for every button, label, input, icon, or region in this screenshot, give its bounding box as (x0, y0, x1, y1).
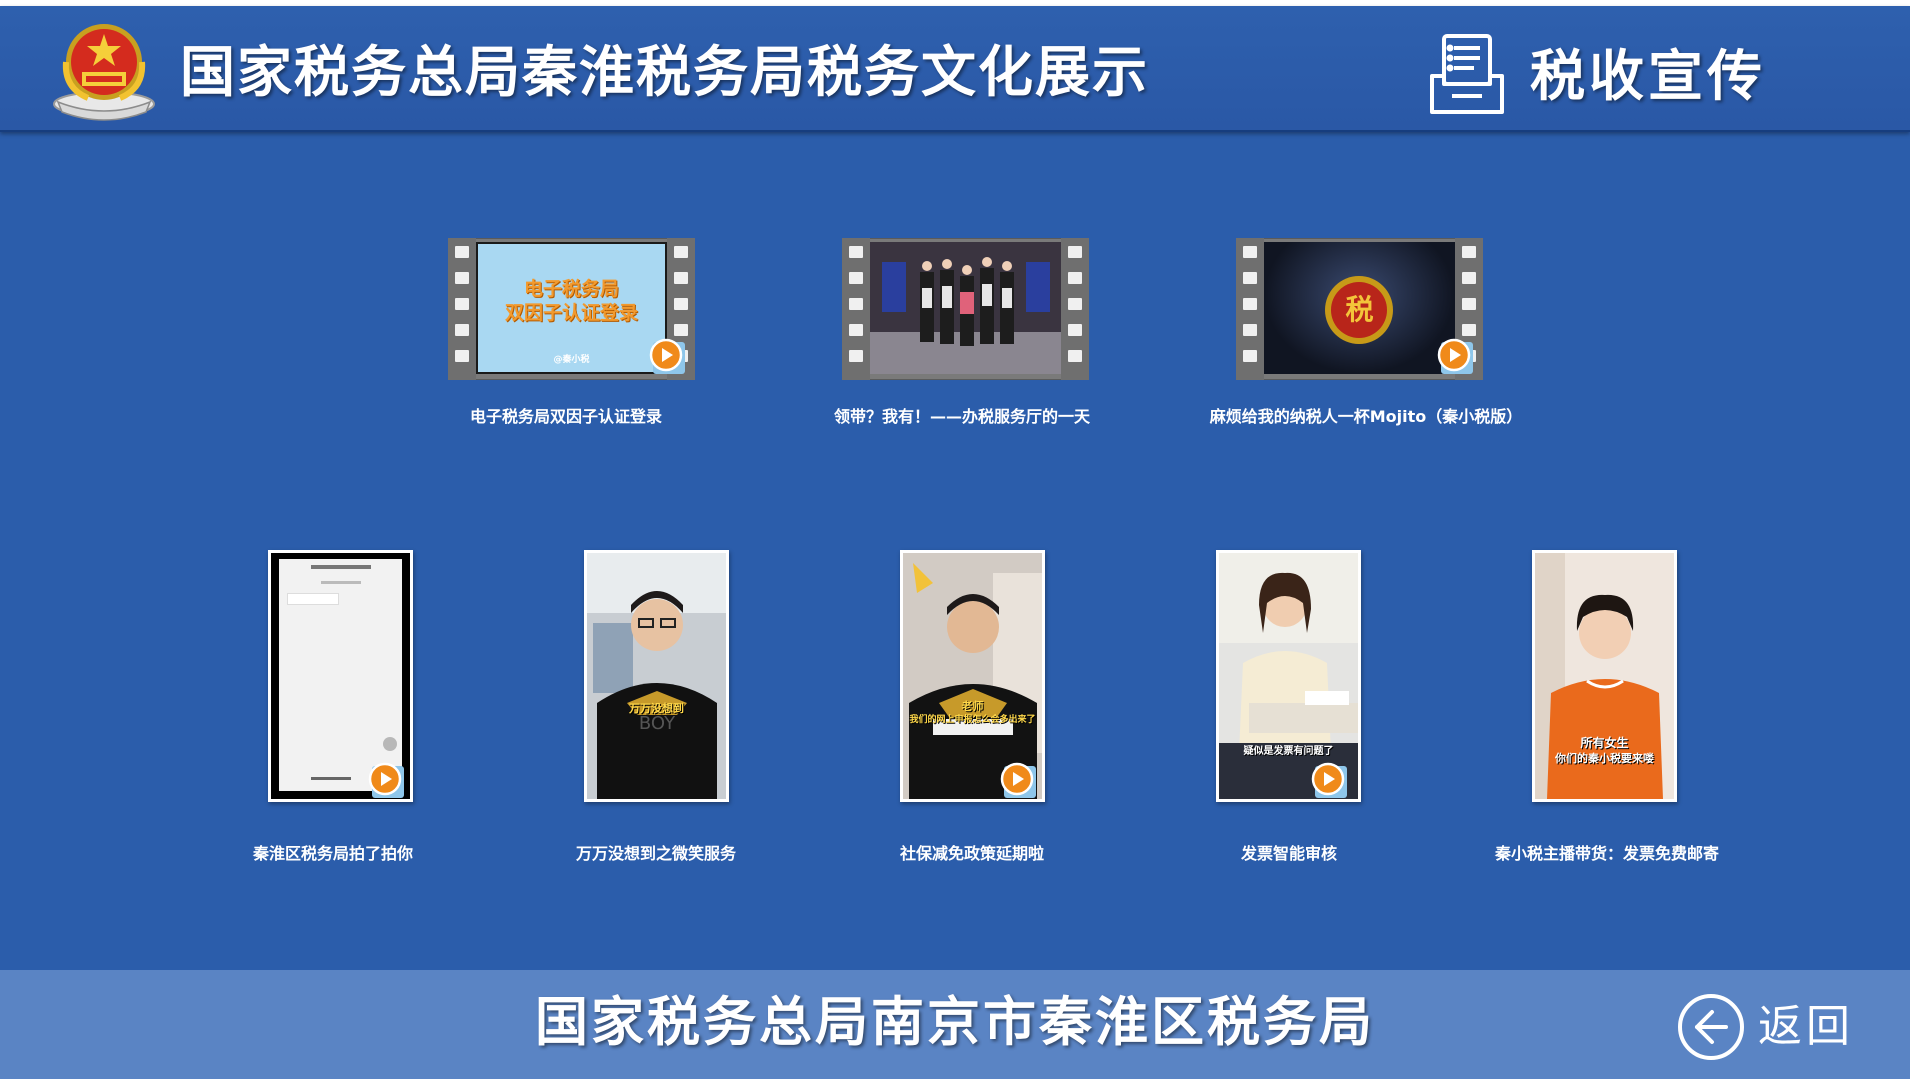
section-title: 税收宣传 (1530, 44, 1767, 108)
tax-emblem-icon (53, 24, 155, 121)
thumbnail-overlay-text: 疑似是发票有问题了 (1243, 746, 1334, 757)
back-arrow-icon[interactable] (1676, 992, 1746, 1062)
document-icon (1430, 34, 1504, 114)
video-caption[interactable]: 领带？我有！——办税服务厅的一天 (834, 403, 1090, 427)
video-caption[interactable]: 秦小税主播带货：发票免费邮寄 (1495, 840, 1719, 864)
thumbnail-subtitle: 双因子认证登录 (504, 302, 638, 324)
video-thumbnail-frame: 老师 我们的网上申报怎么会多出来了 (900, 550, 1045, 802)
page-title: 国家税务总局秦淮税务局税务文化展示 (180, 40, 1150, 104)
play-icon[interactable] (368, 762, 404, 798)
video-thumbnail-frame (268, 550, 413, 802)
header: 国家税务总局秦淮税务局税务文化展示 税收宣传 (0, 6, 1910, 132)
video-thumbnail: 税 (1264, 242, 1455, 374)
video-caption[interactable]: 发票智能审核 (1241, 840, 1337, 864)
thumbnail-overlay-text: 万万没想到 (629, 702, 684, 715)
video-caption[interactable]: 秦淮区税务局拍了拍你 (253, 840, 413, 864)
back-button[interactable]: 返回 (1676, 992, 1866, 1062)
play-icon[interactable] (649, 338, 685, 374)
footer-title: 国家税务总局南京市秦淮区税务局 (535, 992, 1375, 1053)
video-caption[interactable]: 电子税务局双因子认证登录 (470, 403, 662, 427)
video-caption[interactable]: 麻烦给我的纳税人一杯Mojito（秦小税版） (1210, 403, 1523, 427)
svg-text:BOY: BOY (639, 713, 676, 734)
play-icon[interactable] (1311, 762, 1347, 798)
video-caption[interactable]: 社保减免政策延期啦 (900, 840, 1044, 864)
play-icon[interactable] (1437, 338, 1473, 374)
thumbnail-watermark: @秦小税 (553, 355, 590, 365)
video-caption[interactable]: 万万没想到之微笑服务 (576, 840, 736, 864)
play-icon[interactable] (1000, 762, 1036, 798)
video-thumbnail-frame: 疑似是发票有问题了 (1216, 550, 1361, 802)
thumbnail-title: 电子税务局 (523, 278, 619, 300)
thumbnail-logo-text: 税 (1345, 293, 1374, 326)
video-thumbnail-frame: BOY 万万没想到 (584, 550, 729, 802)
back-label[interactable]: 返回 (1758, 996, 1854, 1058)
footer: 国家税务总局南京市秦淮区税务局 返回 (0, 970, 1910, 1079)
video-thumbnail (870, 242, 1061, 374)
thumbnail-overlay-text: 所有女生 (1580, 736, 1629, 750)
thumbnail-overlay-text: 你们的秦小税要来喽 (1555, 752, 1654, 765)
video-thumbnail-frame: 所有女生 你们的秦小税要来喽 (1532, 550, 1677, 802)
thumbnail-overlay-text: 我们的网上申报怎么会多出来了 (909, 715, 1036, 725)
video-thumbnail: 电子税务局 双因子认证登录 @秦小税 (476, 242, 667, 374)
